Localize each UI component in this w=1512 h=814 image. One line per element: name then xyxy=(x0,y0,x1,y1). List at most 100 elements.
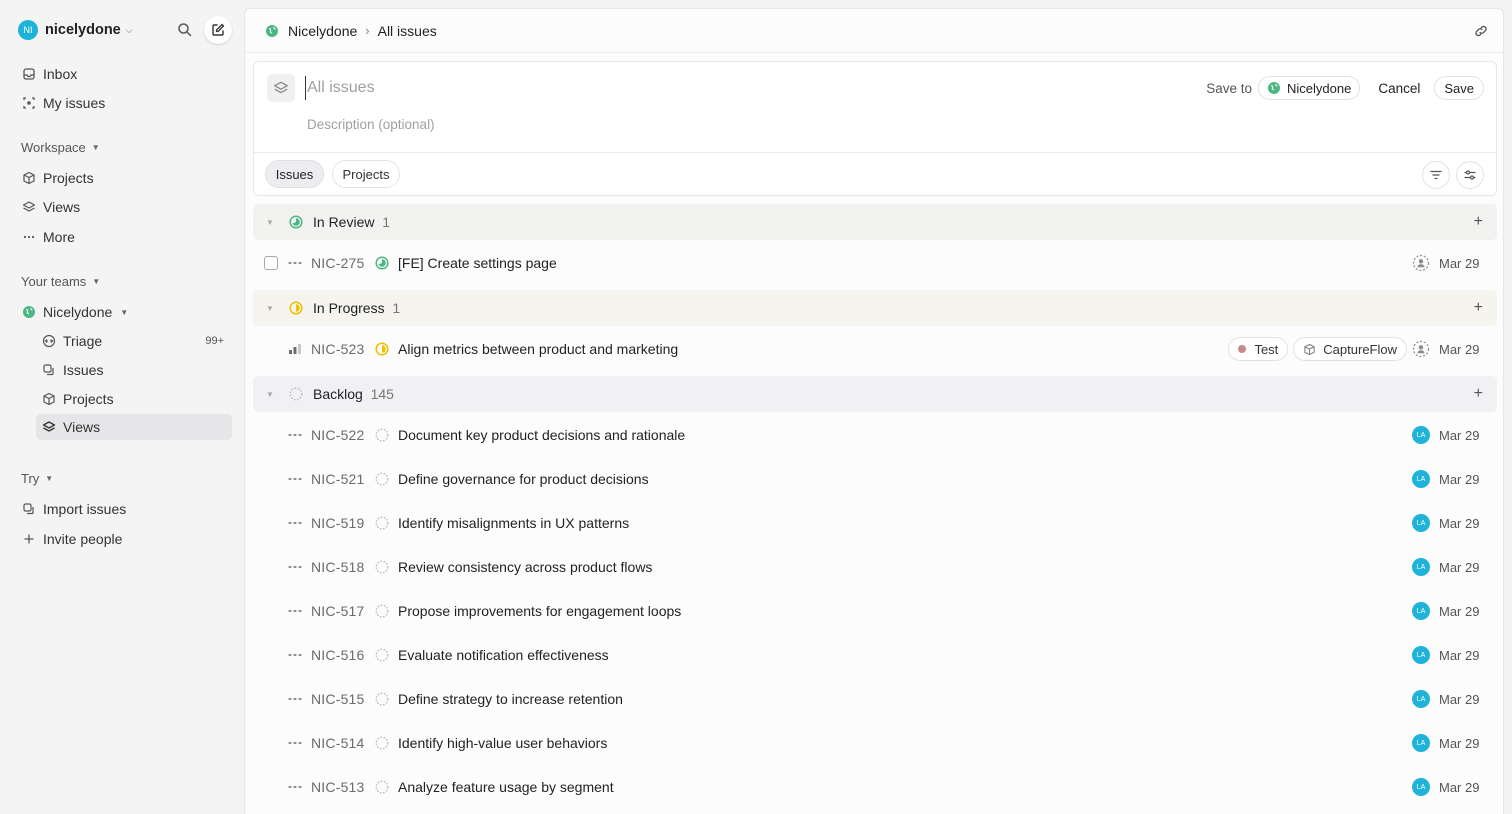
add-issue-plus-icon[interactable]: + xyxy=(1474,213,1483,231)
priority-none-icon[interactable] xyxy=(287,648,303,662)
group-header-in-review[interactable]: ▼ In Review 1 + xyxy=(253,204,1497,240)
assignee-avatar[interactable]: LA xyxy=(1412,514,1430,532)
issue-tag[interactable]: CaptureFlow xyxy=(1293,337,1407,361)
issue-date: Mar 29 xyxy=(1439,341,1480,357)
issue-row[interactable]: NIC-519 Identify misalignments in UX patt… xyxy=(253,503,1497,543)
status-in-review-icon[interactable] xyxy=(375,256,389,270)
sidebar-team-nicelydone[interactable]: Nicelydone ▼ xyxy=(16,299,232,325)
sidebar-item-team-views[interactable]: Views xyxy=(36,414,232,440)
priority-none-icon[interactable] xyxy=(287,472,303,486)
workspace-switcher[interactable]: NI nicelydone ⌵ xyxy=(18,18,133,42)
priority-none-icon[interactable] xyxy=(287,736,303,750)
group-header-in-progress[interactable]: ▼ In Progress 1 + xyxy=(253,290,1497,326)
status-backlog-icon[interactable] xyxy=(375,604,389,618)
issue-row[interactable]: NIC-521 Define governance for product dec… xyxy=(253,459,1497,499)
plus-icon xyxy=(22,532,36,546)
view-description-input[interactable] xyxy=(307,114,907,134)
caret-down-icon[interactable]: ▼ xyxy=(266,304,274,313)
priority-none-icon[interactable] xyxy=(287,560,303,574)
workspace-avatar: NI xyxy=(18,20,38,40)
status-backlog-icon[interactable] xyxy=(375,692,389,706)
breadcrumb-team[interactable]: Nicelydone xyxy=(288,23,357,39)
unassigned-user-icon[interactable] xyxy=(1412,254,1430,272)
more-icon xyxy=(22,230,36,244)
sidebar-item-issues[interactable]: Issues xyxy=(36,357,232,383)
status-backlog-icon[interactable] xyxy=(375,516,389,530)
status-in-progress-icon[interactable] xyxy=(375,342,389,356)
assignee-avatar[interactable]: LA xyxy=(1412,690,1430,708)
issue-tag[interactable]: Test xyxy=(1228,337,1289,361)
unassigned-user-icon[interactable] xyxy=(1412,340,1430,358)
save-button[interactable]: Save xyxy=(1434,76,1484,100)
main-panel: Nicelydone › All issues Save to Nicelydo… xyxy=(244,8,1504,814)
issue-row[interactable]: NIC-522 Document key product decisions an… xyxy=(253,415,1497,455)
status-backlog-icon[interactable] xyxy=(375,780,389,794)
sidebar-item-projects[interactable]: Projects xyxy=(16,165,232,191)
status-backlog-icon[interactable] xyxy=(375,736,389,750)
status-backlog-icon[interactable] xyxy=(375,428,389,442)
priority-none-icon[interactable] xyxy=(287,256,303,270)
assignee-avatar[interactable]: LA xyxy=(1412,470,1430,488)
label-dot-icon xyxy=(1238,345,1247,353)
sidebar-item-team-projects[interactable]: Projects xyxy=(36,386,232,412)
add-issue-plus-icon[interactable]: + xyxy=(1474,299,1483,317)
sidebar-item-views[interactable]: Views xyxy=(16,194,232,220)
add-issue-plus-icon[interactable]: + xyxy=(1474,385,1483,403)
group-header-backlog[interactable]: ▼ Backlog 145 + xyxy=(253,376,1497,412)
issue-row[interactable]: NIC-523 Align metrics between product and… xyxy=(253,329,1497,369)
assignee-avatar[interactable]: LA xyxy=(1412,646,1430,664)
caret-down-icon[interactable]: ▼ xyxy=(266,390,274,399)
tab-issues[interactable]: Issues xyxy=(265,160,324,188)
issue-row[interactable]: NIC-513 Analyze feature usage by segment L… xyxy=(253,767,1497,807)
issue-title: Review consistency across product flows xyxy=(398,559,653,575)
display-options-button[interactable] xyxy=(1456,161,1484,189)
sidebar-item-invite-people[interactable]: Invite people xyxy=(16,526,232,552)
issue-id: NIC-517 xyxy=(311,603,365,619)
cancel-button[interactable]: Cancel xyxy=(1378,81,1420,96)
issue-row[interactable]: NIC-518 Review consistency across product… xyxy=(253,547,1497,587)
tab-projects[interactable]: Projects xyxy=(332,160,400,188)
sidebar-item-more[interactable]: More xyxy=(16,224,232,250)
issue-checkbox[interactable] xyxy=(264,256,278,270)
issue-row[interactable]: NIC-275 [FE] Create settings page Mar 29 xyxy=(253,243,1497,283)
tag-label: Test xyxy=(1254,341,1279,357)
priority-none-icon[interactable] xyxy=(287,692,303,706)
try-section-heading[interactable]: Try ▼ xyxy=(21,471,53,486)
sidebar-item-label: Import issues xyxy=(43,501,127,517)
assignee-avatar[interactable]: LA xyxy=(1412,734,1430,752)
workspace-section-heading[interactable]: Workspace ▼ xyxy=(21,140,100,155)
save-to-team-selector[interactable]: Nicelydone xyxy=(1258,76,1361,100)
status-backlog-icon[interactable] xyxy=(375,560,389,574)
sidebar-item-label: Projects xyxy=(43,170,94,186)
priority-none-icon[interactable] xyxy=(287,428,303,442)
sidebar-item-import-issues[interactable]: Import issues xyxy=(16,496,232,522)
filter-button[interactable] xyxy=(1422,161,1450,189)
status-backlog-icon[interactable] xyxy=(375,472,389,486)
status-backlog-icon[interactable] xyxy=(375,648,389,662)
assignee-avatar[interactable]: LA xyxy=(1412,558,1430,576)
status-in-progress-icon xyxy=(289,301,303,315)
issue-row[interactable]: NIC-514 Identify high-value user behavior… xyxy=(253,723,1497,763)
issue-row[interactable]: NIC-515 Define strategy to increase reten… xyxy=(253,679,1497,719)
link-icon[interactable] xyxy=(1473,23,1489,39)
caret-down-icon[interactable]: ▼ xyxy=(266,218,274,227)
priority-high-icon[interactable] xyxy=(287,342,303,356)
issue-date: Mar 29 xyxy=(1439,559,1480,575)
view-title-input[interactable] xyxy=(305,76,905,100)
new-issue-button[interactable] xyxy=(204,16,232,44)
view-icon-picker[interactable] xyxy=(267,74,295,102)
sidebar-item-triage[interactable]: Triage 99+ xyxy=(36,328,232,354)
assignee-avatar[interactable]: LA xyxy=(1412,778,1430,796)
sidebar-item-inbox[interactable]: Inbox xyxy=(16,61,232,87)
search-icon[interactable] xyxy=(176,21,194,39)
assignee-avatar[interactable]: LA xyxy=(1412,426,1430,444)
priority-none-icon[interactable] xyxy=(287,604,303,618)
priority-none-icon[interactable] xyxy=(287,516,303,530)
teams-section-heading[interactable]: Your teams ▼ xyxy=(21,274,100,289)
issue-row[interactable]: NIC-516 Evaluate notification effectivene… xyxy=(253,635,1497,675)
priority-none-icon[interactable] xyxy=(287,780,303,794)
import-icon xyxy=(22,502,36,516)
sidebar-item-my-issues[interactable]: My issues xyxy=(16,90,232,116)
assignee-avatar[interactable]: LA xyxy=(1412,602,1430,620)
issue-row[interactable]: NIC-517 Propose improvements for engageme… xyxy=(253,591,1497,631)
